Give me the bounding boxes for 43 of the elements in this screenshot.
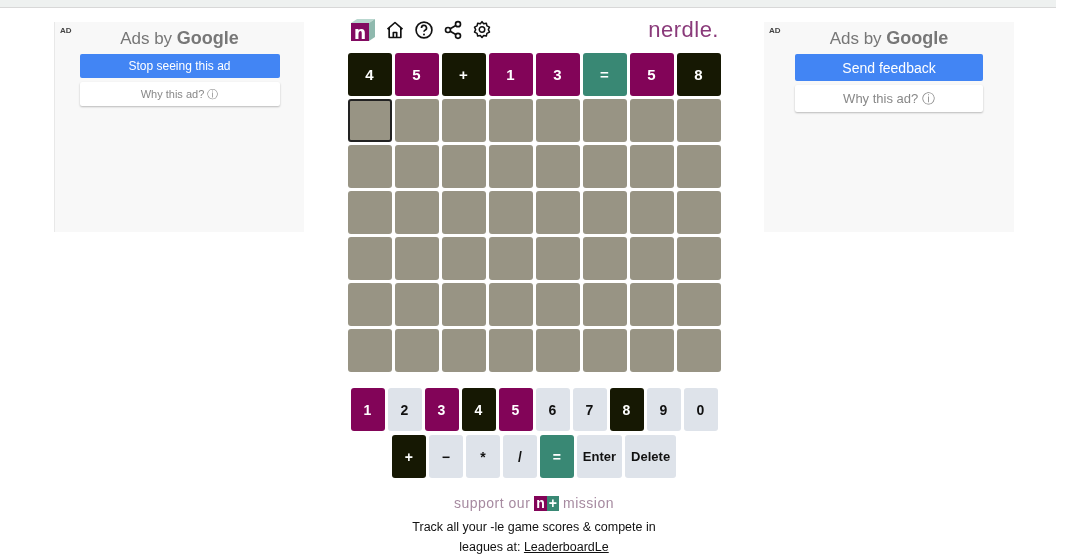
keyboard-key[interactable]: 9 bbox=[646, 388, 681, 431]
keyboard-key[interactable]: Enter bbox=[576, 435, 623, 478]
support-text: support our bbox=[453, 495, 531, 511]
ad-feedback-button[interactable]: Stop seeing this ad bbox=[79, 54, 280, 78]
keyboard-key[interactable]: = bbox=[539, 435, 574, 478]
keyboard-key[interactable]: 3 bbox=[424, 388, 459, 431]
share-icon[interactable] bbox=[443, 20, 463, 40]
board-tile: = bbox=[582, 53, 627, 96]
keyboard-key[interactable]: 0 bbox=[683, 388, 718, 431]
support-text: mission bbox=[563, 495, 614, 511]
keyboard-key[interactable]: 7 bbox=[572, 388, 607, 431]
board-tile: 4 bbox=[347, 53, 392, 96]
keyboard-key[interactable]: − bbox=[428, 435, 463, 478]
board-tile: 1 bbox=[488, 53, 533, 96]
board-tile: + bbox=[441, 53, 486, 96]
keyboard-key[interactable]: / bbox=[502, 435, 537, 478]
keyboard-key[interactable]: 8 bbox=[609, 388, 644, 431]
keyboard-key[interactable]: 5 bbox=[498, 388, 533, 431]
keyboard-key[interactable]: Delete bbox=[625, 435, 677, 478]
leaderboardle-link[interactable]: LeaderboardLe bbox=[523, 540, 609, 554]
board-tile: 5 bbox=[394, 53, 439, 96]
ad-label: AD bbox=[769, 26, 781, 35]
ad-label: AD bbox=[60, 26, 72, 35]
keyboard-key[interactable]: 4 bbox=[461, 388, 496, 431]
keyboard-key[interactable]: 2 bbox=[387, 388, 422, 431]
keyboard-key[interactable]: 1 bbox=[350, 388, 385, 431]
keyboard-key[interactable]: * bbox=[465, 435, 500, 478]
keyboard-key[interactable]: + bbox=[391, 435, 426, 478]
home-icon[interactable] bbox=[385, 20, 405, 40]
track-scores-text: Track all your -le game scores & compete in leagues at: LeaderboardLe bbox=[411, 519, 657, 556]
ads-by-heading: Ads by Google bbox=[120, 28, 239, 49]
settings-icon[interactable] bbox=[472, 20, 492, 40]
why-this-ad-button[interactable]: Why this ad? ⓘ bbox=[795, 85, 983, 112]
board-tile: 8 bbox=[676, 53, 721, 96]
help-icon[interactable] bbox=[414, 20, 434, 40]
nerdle-wordmark: nerdle. bbox=[648, 17, 719, 43]
why-this-ad-button[interactable]: Why this ad? ⓘ bbox=[79, 82, 280, 106]
nplus-logo: n + bbox=[534, 495, 560, 511]
keyboard-key[interactable]: 6 bbox=[535, 388, 570, 431]
board-tile: 5 bbox=[629, 53, 674, 96]
ads-by-heading: Ads by Google bbox=[829, 28, 949, 49]
ad-feedback-button[interactable]: Send feedback bbox=[795, 54, 983, 81]
board-tile: 3 bbox=[535, 53, 580, 96]
